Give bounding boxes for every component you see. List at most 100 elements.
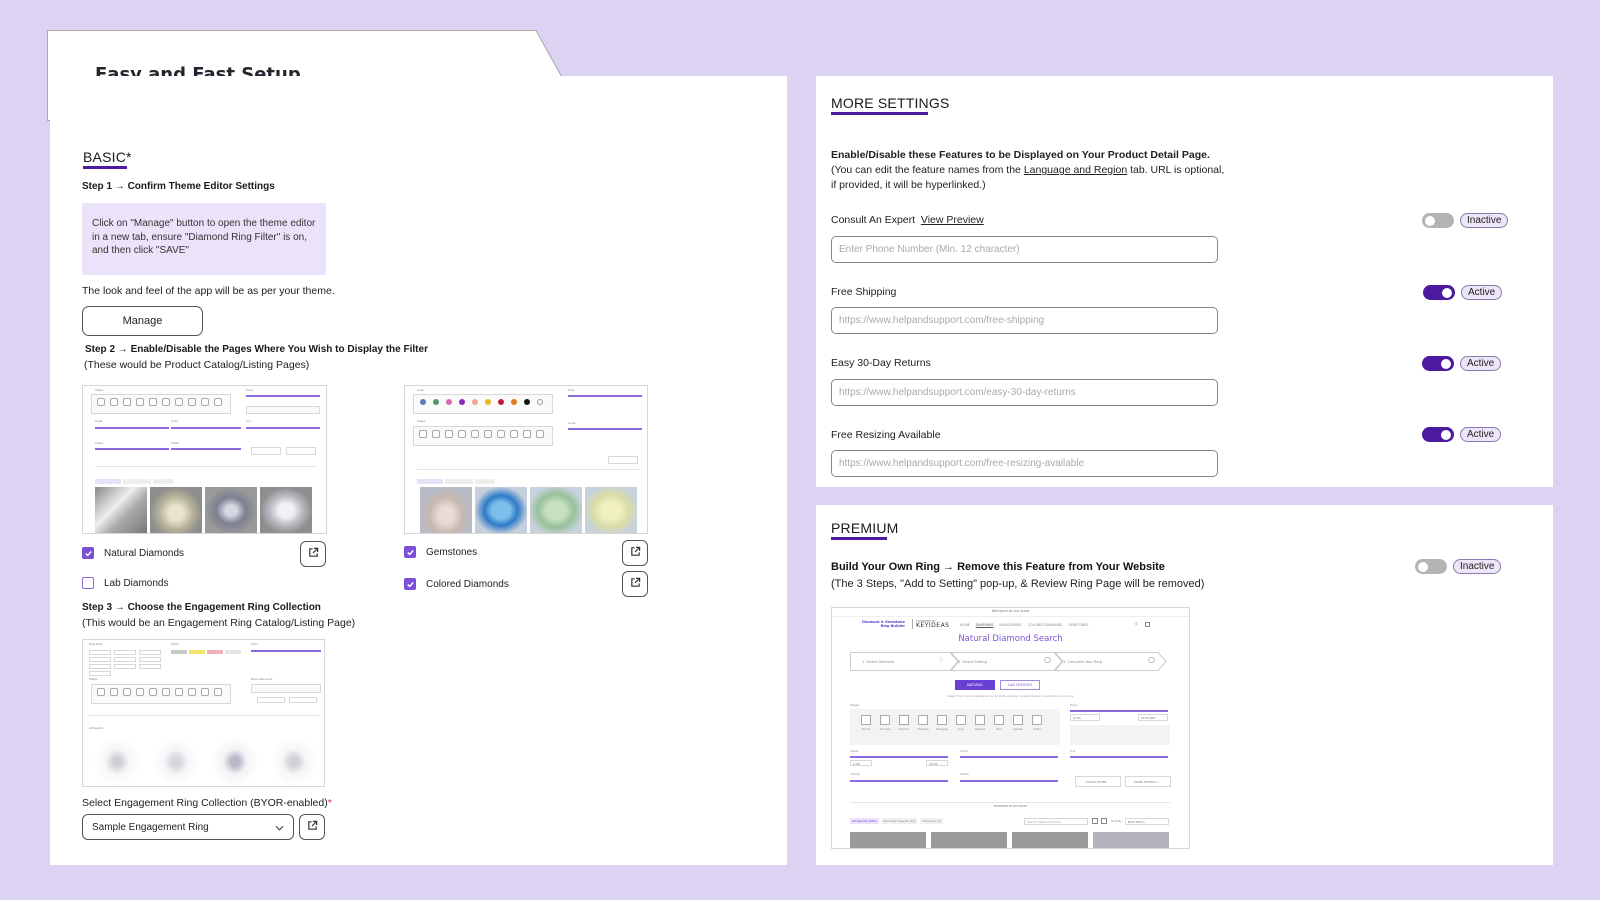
basic-section-title: BASIC* bbox=[83, 149, 132, 165]
preview-price-max: $100,000 bbox=[1141, 716, 1156, 720]
easy-returns-url-input[interactable]: https://www.helpandsupport.com/easy-30-d… bbox=[831, 379, 1218, 406]
step3-heading: Step 3 → Choose the Engagement Ring Coll… bbox=[82, 602, 321, 613]
preview-search-icon: ⌕ bbox=[1135, 621, 1138, 627]
external-link-icon bbox=[630, 575, 641, 593]
open-collection-button[interactable] bbox=[299, 814, 325, 840]
preview-list-icon bbox=[1101, 818, 1107, 824]
page-option-label: Natural Diamonds bbox=[104, 547, 185, 559]
preview-steps-bar bbox=[850, 652, 1167, 671]
open-natural-diamonds-button[interactable] bbox=[300, 541, 326, 567]
free-shipping-toggle-group: Active bbox=[1423, 285, 1503, 300]
setting-step-icon: ○ bbox=[1044, 655, 1051, 664]
consult-expert-toggle-group: Inactive bbox=[1422, 213, 1509, 228]
checkbox-unchecked-icon[interactable] bbox=[82, 577, 94, 589]
external-link-icon bbox=[307, 818, 318, 836]
preview-price-min: $100 bbox=[1073, 716, 1081, 720]
preview-tagline: Select from our exquisite array of metic… bbox=[946, 694, 1074, 698]
premium-title: PREMIUM bbox=[831, 520, 899, 536]
preview-nav: HOME DIAMONDS ENGAGEMENT COLORED DIAMOND… bbox=[960, 623, 1088, 627]
preview-clear-filter: CLEAR FILTER bbox=[1086, 780, 1107, 784]
free-resizing-toggle-group: Active bbox=[1422, 427, 1502, 442]
preview-tab-natural: NATURAL bbox=[955, 680, 995, 690]
chevron-down-icon bbox=[275, 818, 284, 836]
page-option-colored-diamonds[interactable]: Colored Diamonds bbox=[404, 578, 509, 590]
preview-brand-line2: Ring Builder bbox=[880, 624, 905, 628]
premium-title-underline bbox=[831, 537, 887, 540]
byor-subheading: (The 3 Steps, "Add to Setting" pop-up, &… bbox=[831, 578, 1205, 590]
free-shipping-toggle[interactable] bbox=[1423, 285, 1455, 300]
checkbox-checked-icon[interactable] bbox=[404, 578, 416, 590]
theme-note: The look and feel of the app will be as … bbox=[82, 285, 335, 297]
step2-heading: Step 2 → Enable/Disable the Pages Where … bbox=[85, 344, 428, 355]
view-preview-link[interactable]: View Preview bbox=[921, 214, 984, 226]
preview-result-tabs: All Results (456) Recently Viewed (34) C… bbox=[850, 818, 944, 824]
page-option-label: Gemstones bbox=[426, 546, 478, 558]
preview-topbar: Welcome to our store bbox=[991, 609, 1030, 613]
status-badge: Inactive bbox=[1453, 559, 1502, 574]
preview-tab-lab: LAB CREATED bbox=[1000, 680, 1040, 690]
collection-select[interactable]: Sample Engagement Ring bbox=[82, 814, 294, 840]
easy-returns-toggle-group: Active bbox=[1422, 356, 1502, 371]
step2-subheading: (These would be Product Catalog/Listing … bbox=[84, 359, 310, 371]
preview-shape: Round bbox=[861, 728, 871, 731]
preview-carat-label: Carat bbox=[850, 749, 859, 753]
preview-shape-label: Shape bbox=[850, 703, 860, 707]
preview-result-tab: Compare (3) bbox=[920, 818, 944, 824]
natural-diamonds-preview: Shape Price Carat Color Cut Clarity Poli… bbox=[82, 385, 327, 534]
external-link-icon bbox=[308, 545, 319, 563]
preview-step: 2. Select Setting bbox=[958, 660, 987, 664]
consult-expert-phone-input[interactable]: Enter Phone Number (Min. 12 character) bbox=[831, 236, 1218, 263]
status-badge: Inactive bbox=[1460, 213, 1509, 228]
intro-text: (You can edit the feature names from the bbox=[831, 164, 1024, 176]
external-link-icon bbox=[630, 544, 641, 562]
status-badge: Active bbox=[1461, 285, 1503, 300]
ring-step-icon: ○ bbox=[1148, 655, 1155, 664]
gemstones-preview: Color Shape Price Carat bbox=[404, 385, 648, 534]
preview-shape: Princess bbox=[879, 728, 891, 731]
preview-shape: Heart bbox=[1033, 728, 1041, 731]
preview-polish-label: Polish bbox=[960, 772, 969, 776]
page-option-natural-diamonds[interactable]: Natural Diamonds bbox=[82, 547, 184, 559]
manage-button[interactable]: Manage bbox=[82, 306, 203, 336]
feature-label-easy-returns: Easy 30-Day Returns bbox=[831, 357, 931, 369]
preview-clarity-label: Clarity bbox=[850, 772, 860, 776]
free-resizing-toggle[interactable] bbox=[1422, 427, 1454, 442]
open-gemstones-button[interactable] bbox=[622, 540, 648, 566]
page-option-lab-diamonds[interactable]: Lab Diamonds bbox=[82, 577, 168, 589]
byor-toggle[interactable] bbox=[1415, 559, 1447, 574]
easy-returns-toggle[interactable] bbox=[1422, 356, 1454, 371]
page-option-label: Lab Diamonds bbox=[104, 577, 169, 589]
open-colored-diamonds-button[interactable] bbox=[622, 571, 648, 597]
required-mark: * bbox=[327, 797, 332, 809]
checkbox-checked-icon[interactable] bbox=[404, 546, 416, 558]
preview-nav-item: ENGAGEMENT bbox=[999, 623, 1022, 627]
preview-shape: Radiant bbox=[975, 728, 985, 731]
more-settings-title: MORE SETTINGS bbox=[831, 95, 950, 111]
feature-label-free-resizing: Free Resizing Available bbox=[831, 429, 941, 441]
preview-result-tab: Recently Viewed (34) bbox=[881, 818, 918, 824]
preview-shape: Emerald bbox=[917, 728, 929, 731]
free-shipping-url-input[interactable]: https://www.helpandsupport.com/free-ship… bbox=[831, 307, 1218, 334]
free-resizing-url-input[interactable]: https://www.helpandsupport.com/free-resi… bbox=[831, 450, 1218, 477]
page-option-gemstones[interactable]: Gemstones bbox=[404, 546, 477, 558]
consult-expert-toggle[interactable] bbox=[1422, 213, 1454, 228]
preview-more-filters: MORE FILTERS + bbox=[1134, 780, 1159, 784]
preview-grid-icon bbox=[1092, 818, 1098, 824]
step3-subheading: (This would be an Engagement Ring Catalo… bbox=[82, 617, 356, 629]
feature-label-consult-expert: Consult An Expert View Preview bbox=[831, 214, 984, 226]
preview-carat-max: 30.00 bbox=[929, 762, 938, 766]
preview-cart-icon bbox=[1145, 622, 1150, 627]
preview-shape: Oval bbox=[958, 728, 964, 731]
preview-nav-item: COLORED DIAMONDS bbox=[1027, 623, 1063, 627]
status-badge: Active bbox=[1460, 356, 1502, 371]
status-badge: Active bbox=[1460, 427, 1502, 442]
engagement-ring-preview: Ring Style Metal Price Shape Band Diamon… bbox=[82, 639, 325, 787]
language-region-link[interactable]: Language and Region bbox=[1024, 164, 1127, 176]
feature-label-free-shipping: Free Shipping bbox=[831, 286, 897, 298]
preview-search-input: Search Diamond Stock bbox=[1027, 820, 1062, 824]
preview-sort-select: Best Match bbox=[1128, 820, 1145, 824]
preview-shapes: Round Princess Cushion Emerald Marquise … bbox=[858, 715, 1045, 731]
byor-heading: Build Your Own Ring → Remove this Featur… bbox=[831, 561, 1165, 573]
preview-shape: Marquise bbox=[936, 728, 948, 731]
checkbox-checked-icon[interactable] bbox=[82, 547, 94, 559]
